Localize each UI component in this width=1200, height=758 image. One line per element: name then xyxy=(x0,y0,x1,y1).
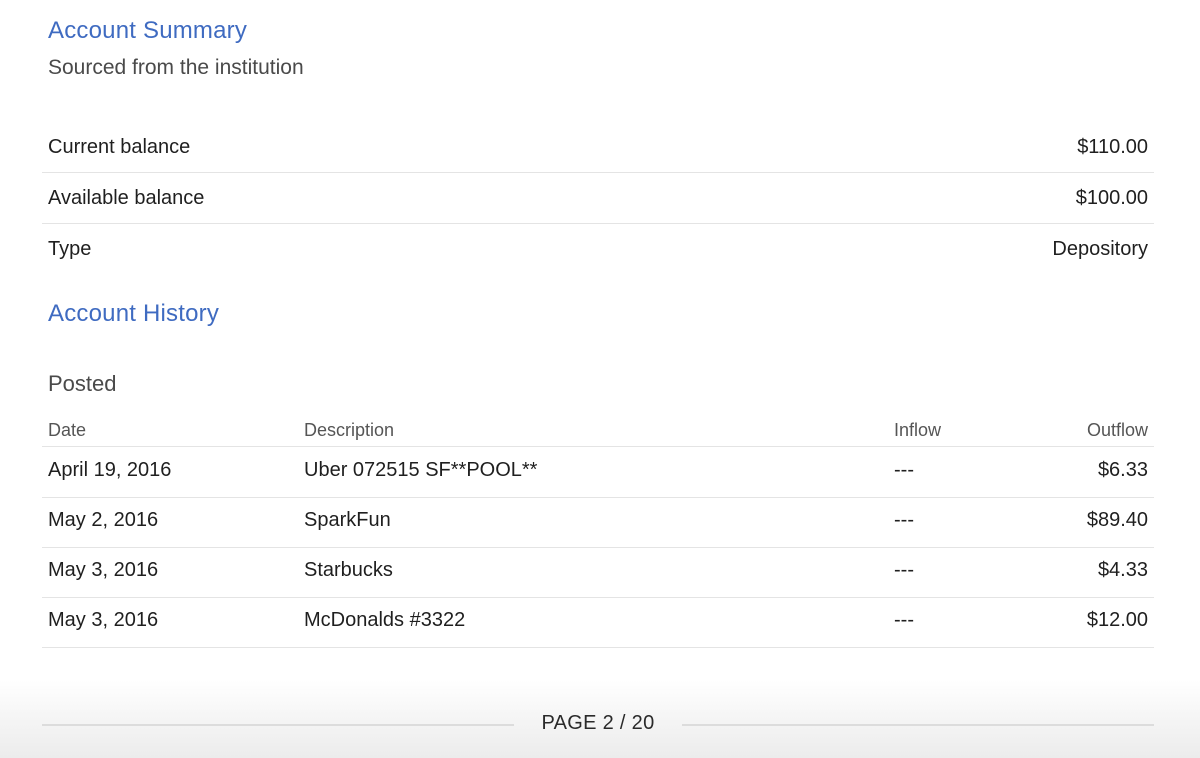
transaction-outflow: $12.00 xyxy=(1086,609,1148,631)
transaction-date: May 2, 2016 xyxy=(48,509,159,531)
transaction-inflow: --- xyxy=(894,459,914,481)
transaction-date: April 19, 2016 xyxy=(48,459,172,481)
transaction-inflow: --- xyxy=(894,559,914,581)
column-header-date: Date xyxy=(48,420,87,440)
transaction-outflow: $89.40 xyxy=(1086,509,1148,531)
summary-value: Depository xyxy=(1052,237,1148,260)
account-history-title: Account History xyxy=(48,300,220,327)
summary-value: $110.00 xyxy=(1077,135,1148,158)
page-footer: PAGE 2 / 20 xyxy=(0,680,1200,758)
account-summary-title: Account Summary xyxy=(48,17,248,44)
transaction-description: SparkFun xyxy=(304,509,391,531)
report-page: Account Summary Sourced from the institu… xyxy=(0,0,1200,758)
table-row: May 2, 2016 SparkFun --- $89.40 xyxy=(42,497,1154,548)
column-header-outflow: Outflow xyxy=(1086,420,1148,440)
transaction-description: Uber 072515 SF**POOL** xyxy=(304,459,538,481)
transaction-inflow: --- xyxy=(894,509,914,531)
column-header-description: Description xyxy=(304,420,395,440)
transaction-outflow: $6.33 xyxy=(1097,459,1148,481)
posted-subtitle: Posted xyxy=(48,371,117,396)
transaction-description: Starbucks xyxy=(304,559,393,581)
transaction-outflow: $4.33 xyxy=(1097,559,1148,581)
summary-row-type: Type Depository xyxy=(42,224,1154,274)
table-row: May 3, 2016 Starbucks --- $4.33 xyxy=(42,547,1154,598)
column-header-inflow: Inflow xyxy=(894,420,942,440)
summary-value: $100.00 xyxy=(1075,186,1148,209)
transactions-header: Date Description Inflow Outflow xyxy=(42,414,1154,447)
footer-divider-left xyxy=(42,724,514,726)
summary-label: Type xyxy=(48,237,92,260)
page-indicator: PAGE 2 / 20 xyxy=(541,712,655,734)
footer-divider-right xyxy=(682,724,1154,726)
transaction-date: May 3, 2016 xyxy=(48,559,159,581)
summary-row-current-balance: Current balance $110.00 xyxy=(42,122,1154,173)
summary-label: Current balance xyxy=(48,135,191,158)
transaction-inflow: --- xyxy=(894,609,914,631)
summary-row-available-balance: Available balance $100.00 xyxy=(42,173,1154,224)
table-row: April 19, 2016 Uber 072515 SF**POOL** --… xyxy=(42,447,1154,498)
transaction-date: May 3, 2016 xyxy=(48,609,159,631)
summary-label: Available balance xyxy=(48,186,205,209)
transaction-description: McDonalds #3322 xyxy=(304,609,466,631)
table-row: May 3, 2016 McDonalds #3322 --- $12.00 xyxy=(42,597,1154,648)
account-summary-subtitle: Sourced from the institution xyxy=(48,56,304,79)
